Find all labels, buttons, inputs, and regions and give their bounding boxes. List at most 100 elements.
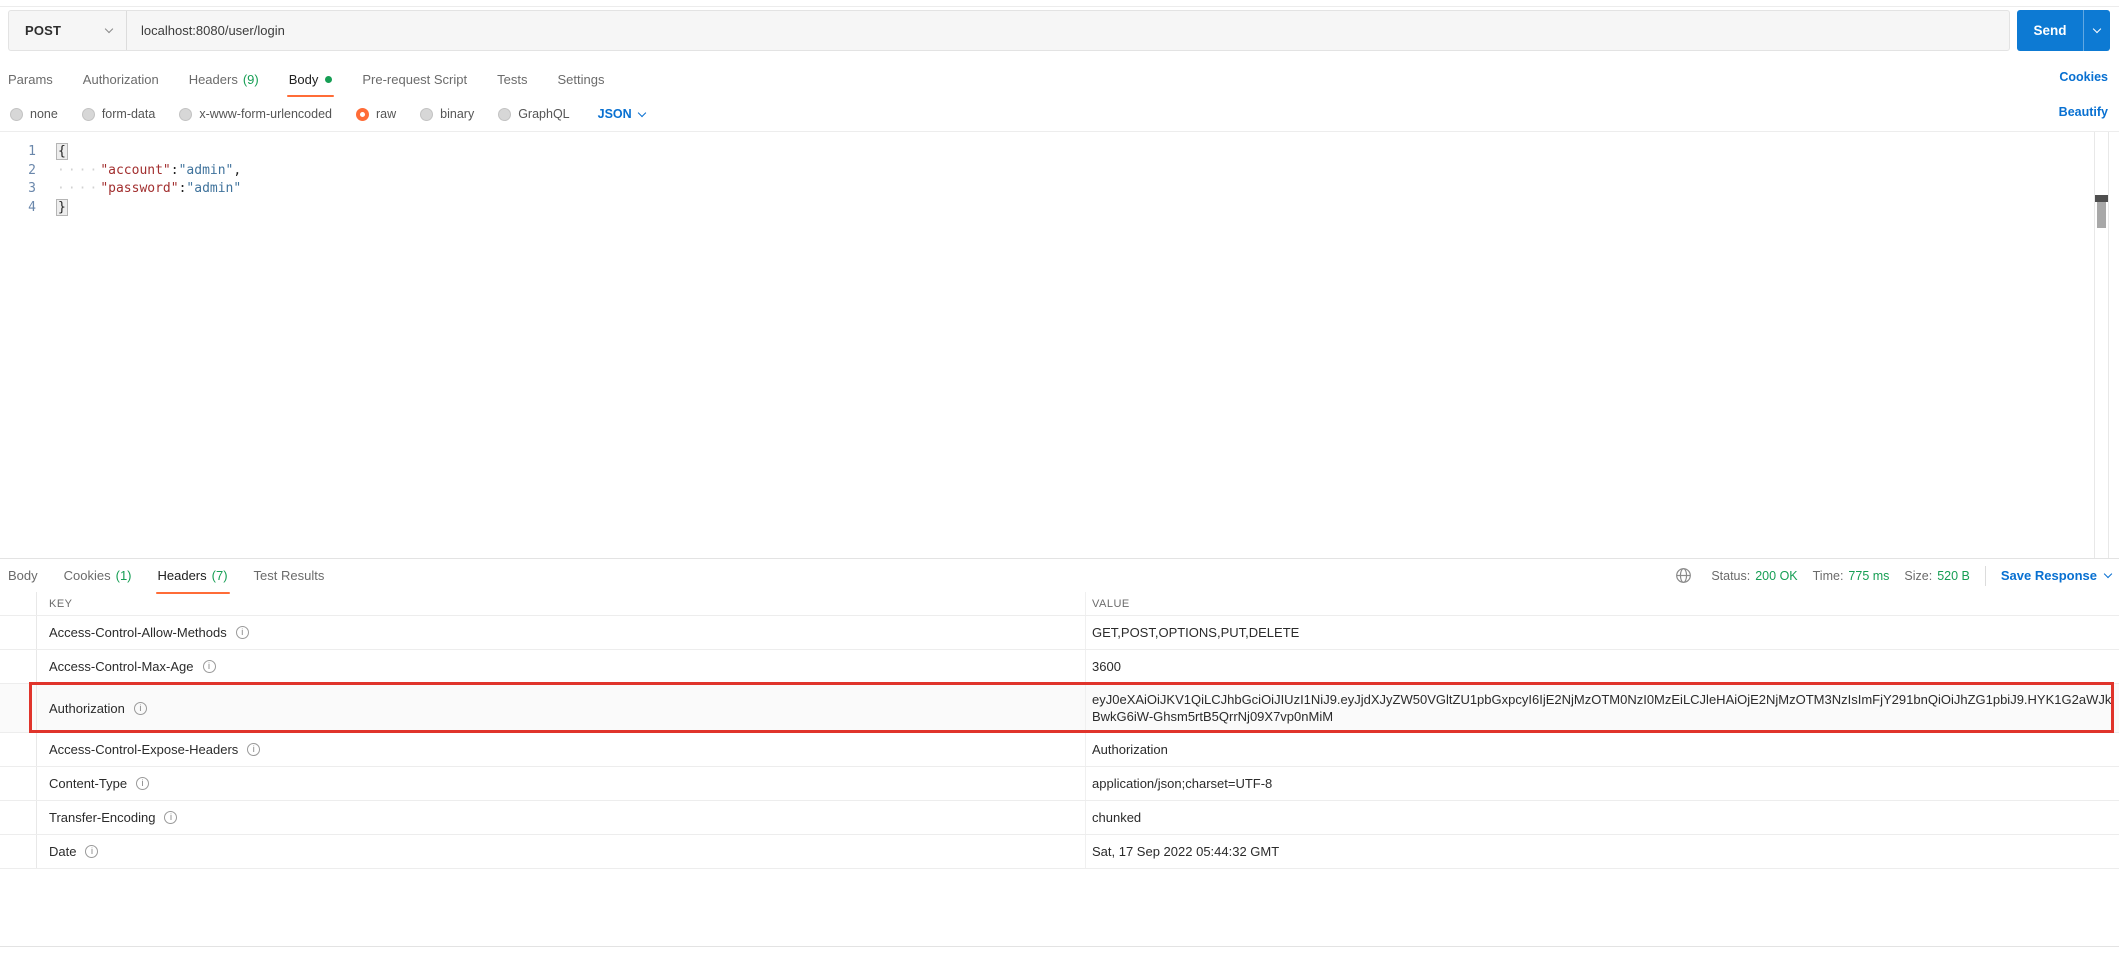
tab-pre-request-script[interactable]: Pre-request Script xyxy=(362,63,467,95)
response-tab-test-results[interactable]: Test Results xyxy=(254,560,325,592)
matching-bracket-highlight: } xyxy=(56,198,68,216)
send-options-caret[interactable] xyxy=(2084,10,2110,51)
scrollbar-thumb[interactable] xyxy=(2095,195,2108,228)
tab-label: Settings xyxy=(557,71,605,87)
info-icon[interactable]: i xyxy=(202,660,216,673)
response-tab-headers[interactable]: Headers (7) xyxy=(155,560,230,594)
cookies-link[interactable]: Cookies xyxy=(2059,70,2108,84)
radio-icon xyxy=(81,107,95,121)
radio-icon xyxy=(420,107,434,121)
mode-raw[interactable]: raw xyxy=(356,107,396,121)
info-icon[interactable]: i xyxy=(164,811,178,824)
response-headers-table: KEY VALUE Access-Control-Allow-Methods i … xyxy=(0,592,2119,869)
mode-label: none xyxy=(30,107,58,121)
radio-icon xyxy=(498,107,512,121)
table-header-row: KEY VALUE xyxy=(0,592,2119,616)
json-comma: , xyxy=(233,162,242,178)
active-tab-underline xyxy=(286,95,335,97)
indent-whitespace-dots: ···· xyxy=(57,162,101,178)
line-number: 1 xyxy=(28,144,36,159)
time-value: 775 ms xyxy=(1848,568,1890,583)
header-key: Content-Type xyxy=(49,776,128,791)
header-value: Authorization xyxy=(1085,733,2119,766)
info-icon[interactable]: i xyxy=(235,626,249,639)
beautify-link[interactable]: Beautify xyxy=(2059,105,2108,119)
code-line-4: 4 } xyxy=(0,198,2089,218)
tab-count: (9) xyxy=(242,71,259,87)
tab-label: Params xyxy=(8,71,53,87)
send-button[interactable]: Send xyxy=(2017,10,2110,51)
tab-label: Headers xyxy=(188,71,238,87)
header-value: 3600 xyxy=(1085,650,2119,683)
request-tabs: Params Authorization Headers (9) Body Pr… xyxy=(8,63,604,97)
table-row: Transfer-Encoding i chunked xyxy=(0,801,2119,835)
modified-dot-icon xyxy=(325,75,333,83)
divider xyxy=(1984,565,1986,586)
tab-label: Authorization xyxy=(82,71,159,87)
mode-label: GraphQL xyxy=(518,107,570,121)
tab-label: Body xyxy=(8,568,38,583)
url-input[interactable] xyxy=(127,11,2009,50)
code-text: { xyxy=(36,143,68,162)
info-icon[interactable]: i xyxy=(85,845,99,858)
table-row: Content-Type i application/json;charset=U… xyxy=(0,767,2119,801)
tab-tests[interactable]: Tests xyxy=(497,63,527,95)
tab-headers[interactable]: Headers (9) xyxy=(189,63,259,95)
response-tab-body[interactable]: Body xyxy=(8,560,38,592)
gutter-cell xyxy=(0,835,37,868)
size-label: Size: xyxy=(1904,568,1933,583)
tab-count: (7) xyxy=(211,568,228,583)
chevron-down-icon xyxy=(104,24,114,34)
tab-body[interactable]: Body xyxy=(286,63,335,97)
value-column-header: VALUE xyxy=(1085,592,2119,615)
tab-count: (1) xyxy=(115,568,132,583)
tab-label: Body xyxy=(288,71,319,87)
info-icon[interactable]: i xyxy=(133,701,147,715)
header-key: Access-Control-Max-Age xyxy=(49,659,194,674)
header-value-jwt: eyJ0eXAiOiJKV1QiLCJhbGciOiJIUzI1NiJ9.eyJ… xyxy=(1085,684,2119,732)
mode-none[interactable]: none xyxy=(10,107,58,121)
code-lines: 1 { 2 ····"account":"admin", 3 ····"pass… xyxy=(0,143,2089,217)
header-key: Date xyxy=(49,844,77,859)
info-icon[interactable]: i xyxy=(247,743,261,756)
json-value: "admin" xyxy=(186,181,242,196)
size-indicator: Size: 520 B xyxy=(1904,569,1969,583)
table-row: Access-Control-Allow-Methods i GET,POST,O… xyxy=(0,616,2119,650)
info-icon[interactable]: i xyxy=(136,777,150,790)
code-line-2: 2 ····"account":"admin", xyxy=(0,162,2089,181)
line-number: 4 xyxy=(28,199,36,215)
table-row: Access-Control-Max-Age i 3600 xyxy=(0,650,2119,684)
code-text: } xyxy=(36,198,68,218)
response-meta-bar: Status: 200 OK Time: 775 ms Size: 520 B … xyxy=(1675,559,2113,592)
time-label: Time: xyxy=(1812,568,1844,583)
tab-authorization[interactable]: Authorization xyxy=(83,63,159,95)
header-value: GET,POST,OPTIONS,PUT,DELETE xyxy=(1085,616,2119,649)
json-colon: : xyxy=(170,162,179,178)
chevron-down-icon xyxy=(2103,569,2113,579)
mode-x-www-form-urlencoded[interactable]: x-www-form-urlencoded xyxy=(179,107,332,121)
mode-binary[interactable]: binary xyxy=(420,107,474,121)
mode-form-data[interactable]: form-data xyxy=(81,107,155,121)
indent-whitespace-dots: ···· xyxy=(57,181,101,196)
raw-body-editor[interactable]: 1 { 2 ····"account":"admin", 3 ····"pass… xyxy=(0,132,2119,558)
mode-graphql[interactable]: GraphQL xyxy=(498,107,570,121)
response-tab-cookies[interactable]: Cookies (1) xyxy=(64,560,132,592)
header-key: Access-Control-Expose-Headers xyxy=(49,742,239,757)
send-label: Send xyxy=(2017,10,2084,51)
code-line-3: 3 ····"password":"admin" xyxy=(0,180,2089,199)
header-value: application/json;charset=UTF-8 xyxy=(1085,767,2119,800)
editor-scrollbar[interactable] xyxy=(2094,132,2109,558)
tab-label: Headers xyxy=(157,568,207,583)
json-value: "admin" xyxy=(178,162,234,178)
raw-language-dropdown[interactable]: JSON xyxy=(598,107,646,121)
header-value: chunked xyxy=(1085,801,2119,834)
body-mode-row: none form-data x-www-form-urlencoded raw… xyxy=(10,100,646,128)
save-response-button[interactable]: Save Response xyxy=(2000,568,2113,583)
save-response-label: Save Response xyxy=(2000,568,2097,583)
request-url-bar: POST xyxy=(8,10,2010,51)
tab-label: Tests xyxy=(497,71,528,87)
method-dropdown[interactable]: POST xyxy=(9,11,127,50)
network-globe-icon[interactable] xyxy=(1675,567,1692,584)
tab-settings[interactable]: Settings xyxy=(557,63,604,95)
tab-params[interactable]: Params xyxy=(8,63,53,95)
